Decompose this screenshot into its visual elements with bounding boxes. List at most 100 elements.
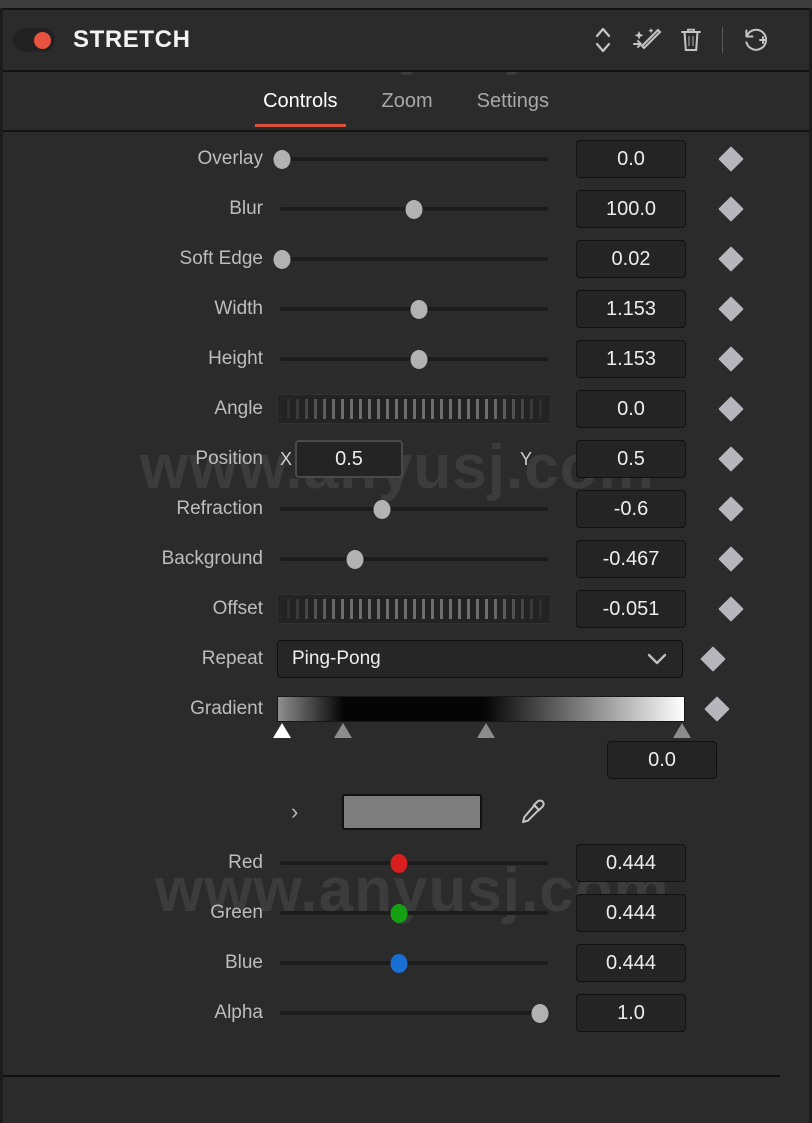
param-label: Red: [228, 852, 263, 873]
blur-slider[interactable]: [277, 197, 551, 221]
alpha-value-field[interactable]: 1.0: [576, 994, 686, 1032]
slider-track: [280, 507, 548, 511]
red-slider[interactable]: [277, 851, 551, 875]
gradient-position-row: 0.0: [3, 734, 809, 786]
chevron-right-icon[interactable]: ›: [291, 799, 298, 825]
param-label: Soft Edge: [179, 248, 263, 269]
keyframe-diamond-icon[interactable]: [704, 696, 730, 722]
chevron-down-icon: [646, 652, 668, 666]
width-slider[interactable]: [277, 297, 551, 321]
keyframe-diamond-icon[interactable]: [718, 546, 744, 572]
gradient-position-field[interactable]: 0.0: [607, 741, 717, 779]
param-label: Repeat: [201, 648, 263, 669]
height-value-field[interactable]: 1.153: [576, 340, 686, 378]
effect-inspector-panel: www.anyusj.com www.anyusj.com www.anyusj…: [0, 0, 812, 1123]
offset-value-field[interactable]: -0.051: [576, 590, 686, 628]
slider-thumb[interactable]: [410, 349, 428, 369]
green-value-field[interactable]: 0.444: [576, 894, 686, 932]
width-value-field[interactable]: 1.153: [576, 290, 686, 328]
keyframe-diamond-icon[interactable]: [718, 296, 744, 322]
param-label: Background: [161, 548, 263, 569]
blue-value-field[interactable]: 0.444: [576, 944, 686, 982]
slider-thumb[interactable]: [410, 299, 428, 319]
blur-value-field[interactable]: 100.0: [576, 190, 686, 228]
param-row-angle: Angle 0.0: [3, 384, 809, 434]
keyframe-diamond-icon[interactable]: [718, 596, 744, 622]
refraction-value-field[interactable]: -0.6: [576, 490, 686, 528]
effect-header: STRETCH: [3, 8, 809, 72]
delete-icon[interactable]: [674, 23, 708, 57]
slider-thumb[interactable]: [373, 499, 391, 519]
tab-controls[interactable]: Controls: [241, 74, 359, 127]
keyframe-diamond-icon[interactable]: [718, 196, 744, 222]
keyframe-diamond-icon[interactable]: [718, 146, 744, 172]
position-y-field[interactable]: 0.5: [576, 440, 686, 478]
gradient-fill: [278, 697, 684, 721]
param-label: Offset: [212, 598, 263, 619]
param-label: Blue: [224, 952, 263, 973]
slider-thumb[interactable]: [390, 903, 408, 923]
param-row-soft-edge: Soft Edge 0.02: [3, 234, 809, 284]
keyframe-diamond-icon[interactable]: [718, 446, 744, 472]
slider-thumb[interactable]: [346, 549, 364, 569]
position-x-field[interactable]: 0.5: [295, 440, 403, 478]
param-row-repeat: Repeat Ping-Pong: [3, 634, 809, 684]
tab-zoom[interactable]: Zoom: [360, 74, 455, 127]
angle-scrubber[interactable]: [277, 394, 551, 424]
param-label: Refraction: [176, 498, 263, 519]
slider-thumb[interactable]: [405, 199, 423, 219]
height-slider[interactable]: [277, 347, 551, 371]
soft-edge-value-field[interactable]: 0.02: [576, 240, 686, 278]
tab-settings[interactable]: Settings: [455, 74, 571, 127]
repeat-dropdown[interactable]: Ping-Pong: [277, 640, 683, 678]
overlay-slider[interactable]: [273, 147, 551, 171]
alpha-slider[interactable]: [277, 1001, 551, 1025]
reorder-updown-icon[interactable]: [586, 23, 620, 57]
blue-slider[interactable]: [277, 951, 551, 975]
keyframe-diamond-icon[interactable]: [718, 496, 744, 522]
window-top-strip: [0, 0, 812, 8]
overlay-value-field[interactable]: 0.0: [576, 140, 686, 178]
param-row-gradient: Gradient: [3, 684, 809, 738]
slider-thumb[interactable]: [390, 953, 408, 973]
eyedropper-icon[interactable]: [515, 795, 549, 829]
slider-track: [280, 257, 548, 261]
param-row-red: Red 0.444: [3, 838, 809, 888]
page-title: STRETCH: [73, 26, 191, 53]
scrubber-ticks: [278, 399, 550, 419]
keyframe-diamond-icon[interactable]: [718, 396, 744, 422]
refraction-slider[interactable]: [277, 497, 551, 521]
keyframe-diamond-icon[interactable]: [718, 346, 744, 372]
param-row-height: Height 1.153: [3, 334, 809, 384]
background-value-field[interactable]: -0.467: [576, 540, 686, 578]
slider-track: [280, 1011, 548, 1015]
keyframe-diamond-icon[interactable]: [718, 246, 744, 272]
param-row-overlay: Overlay 0.0: [3, 134, 809, 184]
red-value-field[interactable]: 0.444: [576, 844, 686, 882]
background-slider[interactable]: [277, 547, 551, 571]
soft-edge-slider[interactable]: [273, 247, 551, 271]
offset-scrubber[interactable]: [277, 594, 551, 624]
param-row-offset: Offset -0.051: [3, 584, 809, 634]
effect-enable-toggle[interactable]: [13, 28, 55, 52]
gradient-bar[interactable]: [273, 696, 691, 738]
param-row-position: Position X 0.5 Y 0.5: [3, 434, 809, 484]
keyframe-diamond-icon[interactable]: [700, 646, 726, 672]
slider-thumb[interactable]: [273, 149, 291, 169]
green-slider[interactable]: [277, 901, 551, 925]
slider-track: [280, 861, 548, 865]
color-swatch[interactable]: [342, 794, 482, 830]
reset-history-icon[interactable]: [739, 23, 773, 57]
slider-thumb[interactable]: [273, 249, 291, 269]
param-row-alpha: Alpha 1.0: [3, 988, 809, 1038]
slider-thumb[interactable]: [390, 853, 408, 873]
slider-track: [280, 911, 548, 915]
repeat-selected-value: Ping-Pong: [292, 648, 381, 669]
magic-wand-icon[interactable]: [630, 23, 664, 57]
slider-track: [280, 961, 548, 965]
footer-area: [3, 1077, 809, 1123]
param-row-width: Width 1.153: [3, 284, 809, 334]
param-label: Green: [210, 902, 263, 923]
angle-value-field[interactable]: 0.0: [576, 390, 686, 428]
slider-thumb[interactable]: [531, 1003, 549, 1023]
